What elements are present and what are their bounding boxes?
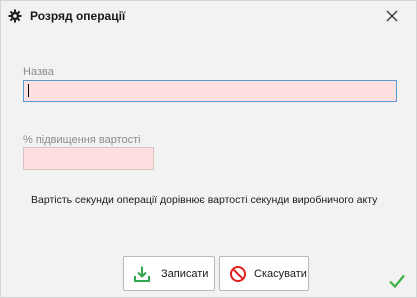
info-text: Вартість секунди операції дорівнює варто… xyxy=(31,194,378,206)
checkmark-icon xyxy=(388,273,406,289)
text-caret xyxy=(28,84,29,97)
cancel-button[interactable]: Скасувати xyxy=(219,256,309,291)
close-button[interactable] xyxy=(381,5,403,27)
save-download-icon xyxy=(133,265,151,283)
name-field-label: Назва xyxy=(23,66,54,78)
markup-percent-input[interactable] xyxy=(23,147,154,170)
dialog-window: Розряд операції Назва % підвищення варто… xyxy=(0,0,417,298)
dialog-title: Розряд операції xyxy=(30,9,126,23)
title-bar: Розряд операції xyxy=(1,1,416,32)
cancel-icon xyxy=(229,265,247,283)
name-input[interactable] xyxy=(23,80,397,102)
gear-icon xyxy=(8,9,22,23)
markup-field-label: % підвищення вартості xyxy=(23,134,141,146)
save-button-label: Записати xyxy=(161,268,209,280)
cancel-button-label: Скасувати xyxy=(254,268,307,280)
save-button[interactable]: Записати xyxy=(123,256,215,291)
close-icon xyxy=(386,10,398,22)
